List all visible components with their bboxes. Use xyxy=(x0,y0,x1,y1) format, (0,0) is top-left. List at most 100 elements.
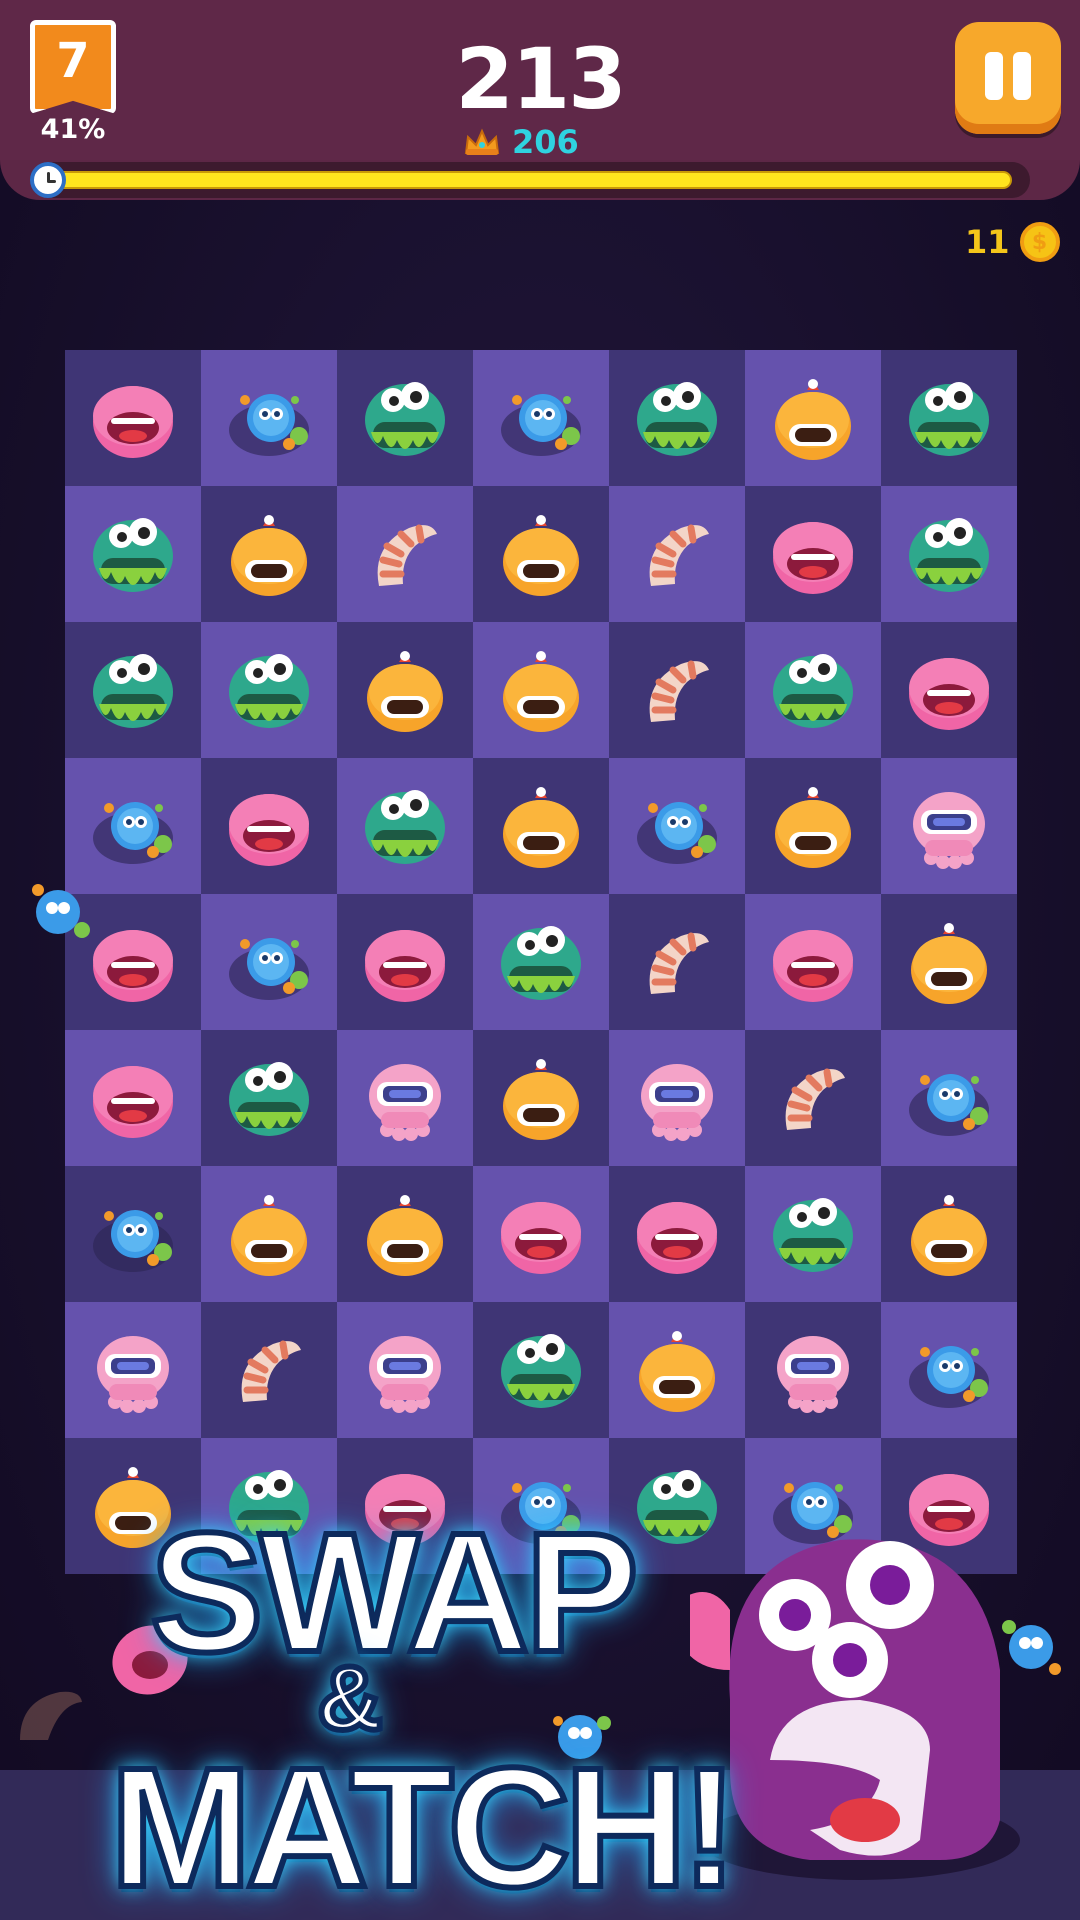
board-cell[interactable] xyxy=(337,894,473,1030)
green-three-eyed-monster-icon xyxy=(773,1198,853,1272)
best-score-row: 206 xyxy=(462,122,622,162)
board-cell[interactable] xyxy=(745,1302,881,1438)
board-cell[interactable] xyxy=(201,486,337,622)
board-cell[interactable] xyxy=(745,1030,881,1166)
board-cell[interactable] xyxy=(201,1302,337,1438)
board-cell[interactable] xyxy=(337,486,473,622)
pause-icon xyxy=(985,52,1003,100)
orange-antenna-monster-icon xyxy=(911,923,987,1004)
striped-worm-icon xyxy=(649,524,709,586)
orange-antenna-monster-icon xyxy=(367,1195,443,1276)
pink-blob-monster-icon xyxy=(365,930,445,1002)
board-cell[interactable] xyxy=(65,622,201,758)
board-cell[interactable] xyxy=(473,1302,609,1438)
board-cell[interactable] xyxy=(337,1166,473,1302)
board-cell[interactable] xyxy=(201,894,337,1030)
pink-blob-monster-icon xyxy=(773,930,853,1002)
board-cell[interactable] xyxy=(201,350,337,486)
orange-antenna-monster-icon xyxy=(639,1331,715,1412)
blue-germ-cluster-icon xyxy=(637,802,717,864)
pink-blob-monster-icon xyxy=(909,658,989,730)
board-cell[interactable] xyxy=(65,486,201,622)
board-cell[interactable] xyxy=(745,350,881,486)
orange-antenna-monster-icon xyxy=(775,379,851,460)
board-cell[interactable] xyxy=(881,1166,1017,1302)
pink-goggle-octopus-icon xyxy=(369,1336,441,1413)
board-cell[interactable] xyxy=(473,1166,609,1302)
worm-icon xyxy=(20,1691,82,1740)
board-cell[interactable] xyxy=(881,758,1017,894)
game-board xyxy=(65,350,1017,1574)
green-three-eyed-monster-icon xyxy=(93,654,173,728)
board-cell[interactable] xyxy=(65,1166,201,1302)
board-cell[interactable] xyxy=(745,1166,881,1302)
score: 213 xyxy=(455,30,626,128)
level-number: 7 xyxy=(56,33,90,89)
striped-worm-icon xyxy=(377,524,437,586)
board-cell[interactable] xyxy=(745,758,881,894)
board-cell[interactable] xyxy=(609,622,745,758)
pink-goggle-octopus-icon xyxy=(641,1064,713,1141)
board-cell[interactable] xyxy=(609,1030,745,1166)
pink-blob-monster-icon xyxy=(773,522,853,594)
pink-goggle-octopus-icon xyxy=(913,792,985,869)
pause-button[interactable] xyxy=(955,22,1061,134)
board-cell[interactable] xyxy=(609,1302,745,1438)
board-cell[interactable] xyxy=(473,486,609,622)
orange-antenna-monster-icon xyxy=(911,1195,987,1276)
board-cell[interactable] xyxy=(337,758,473,894)
board-cell[interactable] xyxy=(745,894,881,1030)
pink-goggle-octopus-icon xyxy=(777,1336,849,1413)
best-score: 206 xyxy=(512,123,579,161)
board-cell[interactable] xyxy=(473,758,609,894)
board-cell[interactable] xyxy=(473,1030,609,1166)
board-cell[interactable] xyxy=(609,1166,745,1302)
pink-blob-monster-icon xyxy=(501,1202,581,1274)
board-cell[interactable] xyxy=(473,622,609,758)
striped-worm-icon xyxy=(241,1340,301,1402)
board-cell[interactable] xyxy=(745,622,881,758)
board-cell[interactable] xyxy=(881,350,1017,486)
game-screen: 7 41% 213 206 11 $ SWAP & MATCH! xyxy=(0,0,1080,1920)
pink-blob-monster-icon xyxy=(229,794,309,866)
board-cell[interactable] xyxy=(337,350,473,486)
board-cell[interactable] xyxy=(201,758,337,894)
board-cell[interactable] xyxy=(65,1302,201,1438)
orange-antenna-monster-icon xyxy=(231,515,307,596)
board-cell[interactable] xyxy=(473,894,609,1030)
green-three-eyed-monster-icon xyxy=(909,382,989,456)
pink-blob-monster-icon xyxy=(637,1202,717,1274)
board-cell[interactable] xyxy=(745,486,881,622)
pause-icon-bar xyxy=(1013,52,1031,100)
board-cell[interactable] xyxy=(337,1030,473,1166)
board-cell[interactable] xyxy=(201,1030,337,1166)
board-cell[interactable] xyxy=(337,622,473,758)
orange-antenna-monster-icon xyxy=(503,515,579,596)
board-cell[interactable] xyxy=(881,1030,1017,1166)
board-cell[interactable] xyxy=(201,1166,337,1302)
striped-worm-icon xyxy=(649,660,709,722)
blue-germ-cluster-icon xyxy=(229,938,309,1000)
board-cell[interactable] xyxy=(881,622,1017,758)
board-cell[interactable] xyxy=(609,350,745,486)
coin-counter: 11 $ xyxy=(965,222,1060,262)
board-cell[interactable] xyxy=(881,894,1017,1030)
orange-antenna-monster-icon xyxy=(231,1195,307,1276)
board-cell[interactable] xyxy=(609,894,745,1030)
board-cell[interactable] xyxy=(473,350,609,486)
timer-fill xyxy=(54,171,1012,189)
board-cell[interactable] xyxy=(337,1302,473,1438)
striped-worm-icon xyxy=(649,932,709,994)
board-cell[interactable] xyxy=(881,486,1017,622)
pink-blob-monster-icon xyxy=(93,1066,173,1138)
board-cell[interactable] xyxy=(65,1030,201,1166)
board-cell[interactable] xyxy=(881,1302,1017,1438)
blue-germ-cluster-icon xyxy=(909,1346,989,1408)
board-cell[interactable] xyxy=(609,486,745,622)
coin-count: 11 xyxy=(965,223,1010,261)
board-cell[interactable] xyxy=(609,758,745,894)
timer-bar xyxy=(30,162,1030,198)
board-cell[interactable] xyxy=(201,622,337,758)
green-three-eyed-monster-icon xyxy=(229,654,309,728)
board-cell[interactable] xyxy=(65,350,201,486)
